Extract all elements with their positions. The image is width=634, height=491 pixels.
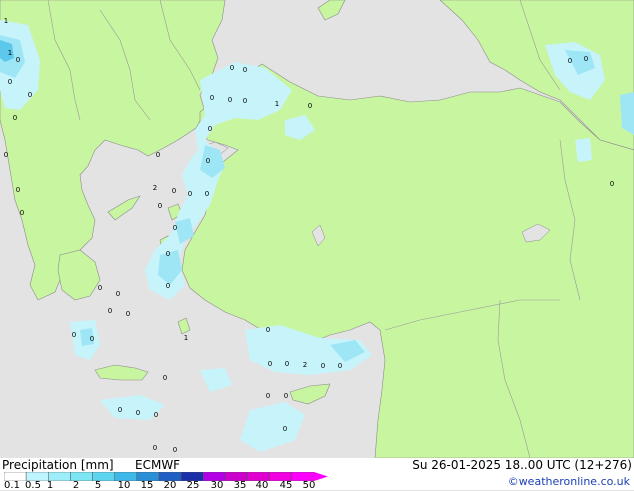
amount-label: 0 (153, 444, 157, 452)
scale-tick-label: 1 (46, 480, 54, 491)
amount-label: 0 (166, 250, 170, 258)
amount-label: 0 (98, 284, 102, 292)
amount-label: 0 (13, 114, 17, 122)
amount-label: 0 (266, 392, 270, 400)
amount-label: 0 (20, 209, 24, 217)
amount-label: 0 (116, 290, 120, 298)
amount-label: 0 (136, 409, 140, 417)
amount-label: 2 (153, 184, 157, 192)
amount-label: 0 (266, 326, 270, 334)
amount-label: 0 (285, 360, 289, 368)
amount-label: 0 (338, 362, 342, 370)
amount-label: 0 (283, 425, 287, 433)
precipitation-map: 1 0 0 1 0 0 0 0 1 0 0 0 0 0 2 0 0 0 0 0 0 0 0 0 0 0 0 0 0 0 0 2 0 0 0 0 0 0 0 0… (0, 0, 634, 458)
amount-label: 0 (90, 335, 94, 343)
amount-label: 0 (108, 307, 112, 315)
amount-label: 0 (8, 78, 12, 86)
amount-label: 0 (228, 96, 232, 104)
scale-tick-label: 0.5 (25, 480, 41, 491)
amount-label: 0 (72, 331, 76, 339)
amount-label: 0 (584, 55, 588, 63)
amount-label: 0 (206, 157, 210, 165)
amount-label: 0 (243, 97, 247, 105)
amount-label: 0 (205, 190, 209, 198)
amount-label: 0 (28, 91, 32, 99)
amount-label: 0 (208, 125, 212, 133)
amount-label: 0 (173, 446, 177, 454)
scale-tick-label: 0.1 (4, 480, 20, 491)
amount-label: 1 (4, 17, 8, 25)
amount-label: 0 (166, 282, 170, 290)
amount-label: 0 (284, 392, 288, 400)
scale-arrow-icon (314, 472, 328, 481)
legend-bar: Precipitation [mm] ECMWF Su 26-01-2025 1… (0, 458, 634, 491)
amount-label: 0 (308, 102, 312, 110)
scale-tick-label: 25 (186, 480, 200, 491)
amount-label: 0 (173, 224, 177, 232)
scale-tick-label: 50 (302, 480, 316, 491)
valid-time: Su 26-01-2025 18..00 UTC (12+276) (412, 458, 632, 472)
amount-label: 0 (188, 190, 192, 198)
amount-label: 0 (156, 151, 160, 159)
amount-label: 0 (210, 94, 214, 102)
amount-label: 0 (243, 66, 247, 74)
credit-text[interactable]: ©weatheronline.co.uk (508, 475, 630, 488)
amount-label: 1 (8, 49, 12, 57)
amount-label: 0 (158, 202, 162, 210)
amount-label: 0 (568, 57, 572, 65)
amount-label: 0 (16, 56, 20, 64)
amount-label: 0 (16, 186, 20, 194)
amount-label: 0 (163, 374, 167, 382)
amount-label: 0 (4, 151, 8, 159)
weather-map-view: 1001000010000020000000000000000200000000… (0, 0, 634, 491)
model-name: ECMWF (135, 458, 181, 472)
scale-tick-label: 35 (233, 480, 247, 491)
scale-tick-label: 20 (163, 480, 177, 491)
scale-tick-label: 5 (94, 480, 102, 491)
scale-tick-label: 10 (117, 480, 131, 491)
amount-label: 0 (126, 310, 130, 318)
precip-area (575, 138, 592, 162)
amount-label: 0 (154, 411, 158, 419)
map-title: Precipitation [mm] (2, 458, 114, 472)
amount-label: 1 (275, 100, 279, 108)
amount-label: 0 (321, 362, 325, 370)
amount-label: 0 (172, 187, 176, 195)
amount-label: 0 (118, 406, 122, 414)
amount-label: 2 (303, 361, 307, 369)
amount-label: 0 (268, 360, 272, 368)
amount-label: 0 (230, 64, 234, 72)
scale-tick-label: 15 (140, 480, 154, 491)
amount-label: 1 (184, 334, 188, 342)
scale-tick-label: 40 (255, 480, 269, 491)
scale-tick-label: 45 (279, 480, 293, 491)
amount-label: 0 (610, 180, 614, 188)
scale-tick-label: 2 (72, 480, 80, 491)
scale-tick-label: 30 (210, 480, 224, 491)
